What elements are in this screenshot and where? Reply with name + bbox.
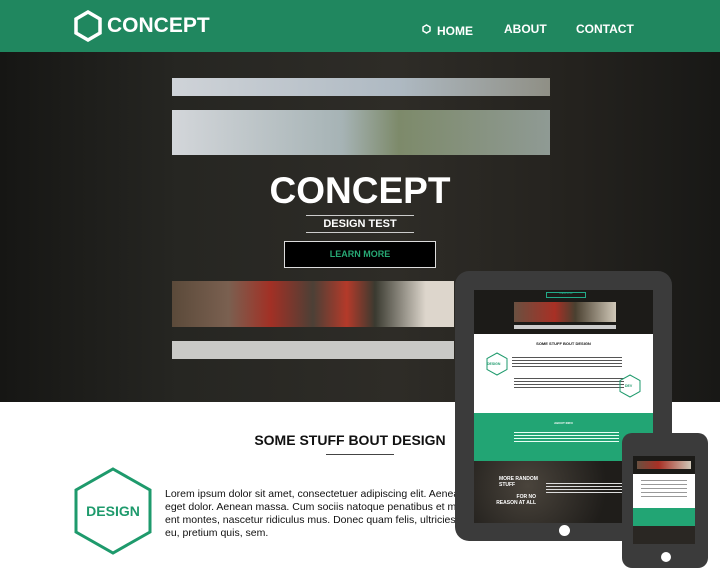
hero-image-strip [172, 281, 454, 327]
paragraph-line: eget dolor. Aenean massa. Cum sociis nat… [165, 501, 465, 513]
paragraph-line: Lorem ipsum dolor sit amet, consectetuer… [165, 488, 465, 500]
section-title: SOME STUFF BOUT DESIGN [254, 432, 446, 448]
tablet-design-badge: DESIGN [487, 362, 501, 366]
hero-image-strip [172, 341, 454, 359]
nav-about[interactable]: ABOUT [504, 22, 547, 36]
paragraph-line: ent montes, nascetur ridiculus mus. Done… [165, 514, 465, 526]
hero-image-strip [172, 110, 550, 155]
tablet-more-title: MORE RANDOM STUFF [499, 476, 538, 488]
paragraph-line: eu, pretium quis, sem. [165, 527, 269, 539]
section-paragraph: Lorem ipsum dolor sit amet, consectetuer… [165, 488, 465, 540]
phone-screen [633, 456, 695, 544]
hexagon-logo-icon [74, 10, 102, 42]
tablet-title: SOME STUFF BOUT DESIGN [536, 341, 591, 346]
nav-home[interactable]: HOME [437, 24, 473, 38]
site-header: CONCEPT HOME ABOUT CONTACT [0, 0, 720, 52]
learn-more-button[interactable]: LEARN MORE [284, 241, 436, 268]
hero-title: CONCEPT [269, 170, 451, 211]
design-badge: DESIGN [73, 466, 153, 561]
logo[interactable]: CONCEPT [74, 10, 210, 42]
tablet-home-button [559, 525, 570, 536]
phone-home-button [661, 552, 671, 562]
nav-contact[interactable]: CONTACT [576, 22, 634, 36]
title-divider [326, 454, 394, 455]
tablet-about-title: ABOUT INFO [554, 421, 573, 425]
hero-image-strip [172, 78, 550, 96]
logo-text: CONCEPT [107, 14, 210, 37]
hero-subtitle: DESIGN TEST [306, 215, 414, 233]
tablet-learn-more: LEARN MORE [546, 292, 586, 298]
tablet-dev-badge: DEV [625, 384, 633, 388]
phone-mockup [622, 433, 708, 568]
design-badge-label: DESIGN [86, 503, 140, 519]
tablet-more-subtitle: FOR NO REASON AT ALL [496, 494, 536, 506]
hexagon-active-icon [422, 24, 431, 34]
